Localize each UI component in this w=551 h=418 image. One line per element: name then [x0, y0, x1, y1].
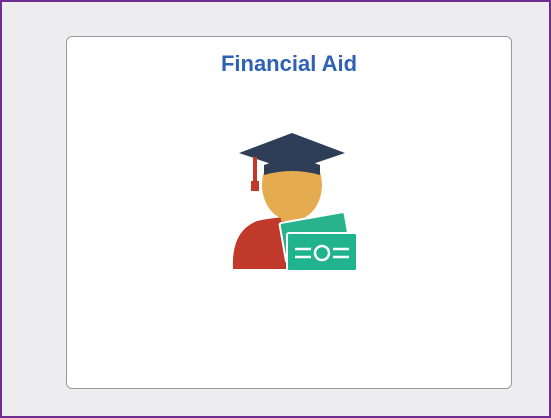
- graduate-with-money-icon: [232, 133, 357, 272]
- page-frame: Financial Aid: [0, 0, 551, 418]
- financial-aid-tile[interactable]: Financial Aid: [66, 36, 512, 389]
- tile-title: Financial Aid: [220, 51, 358, 76]
